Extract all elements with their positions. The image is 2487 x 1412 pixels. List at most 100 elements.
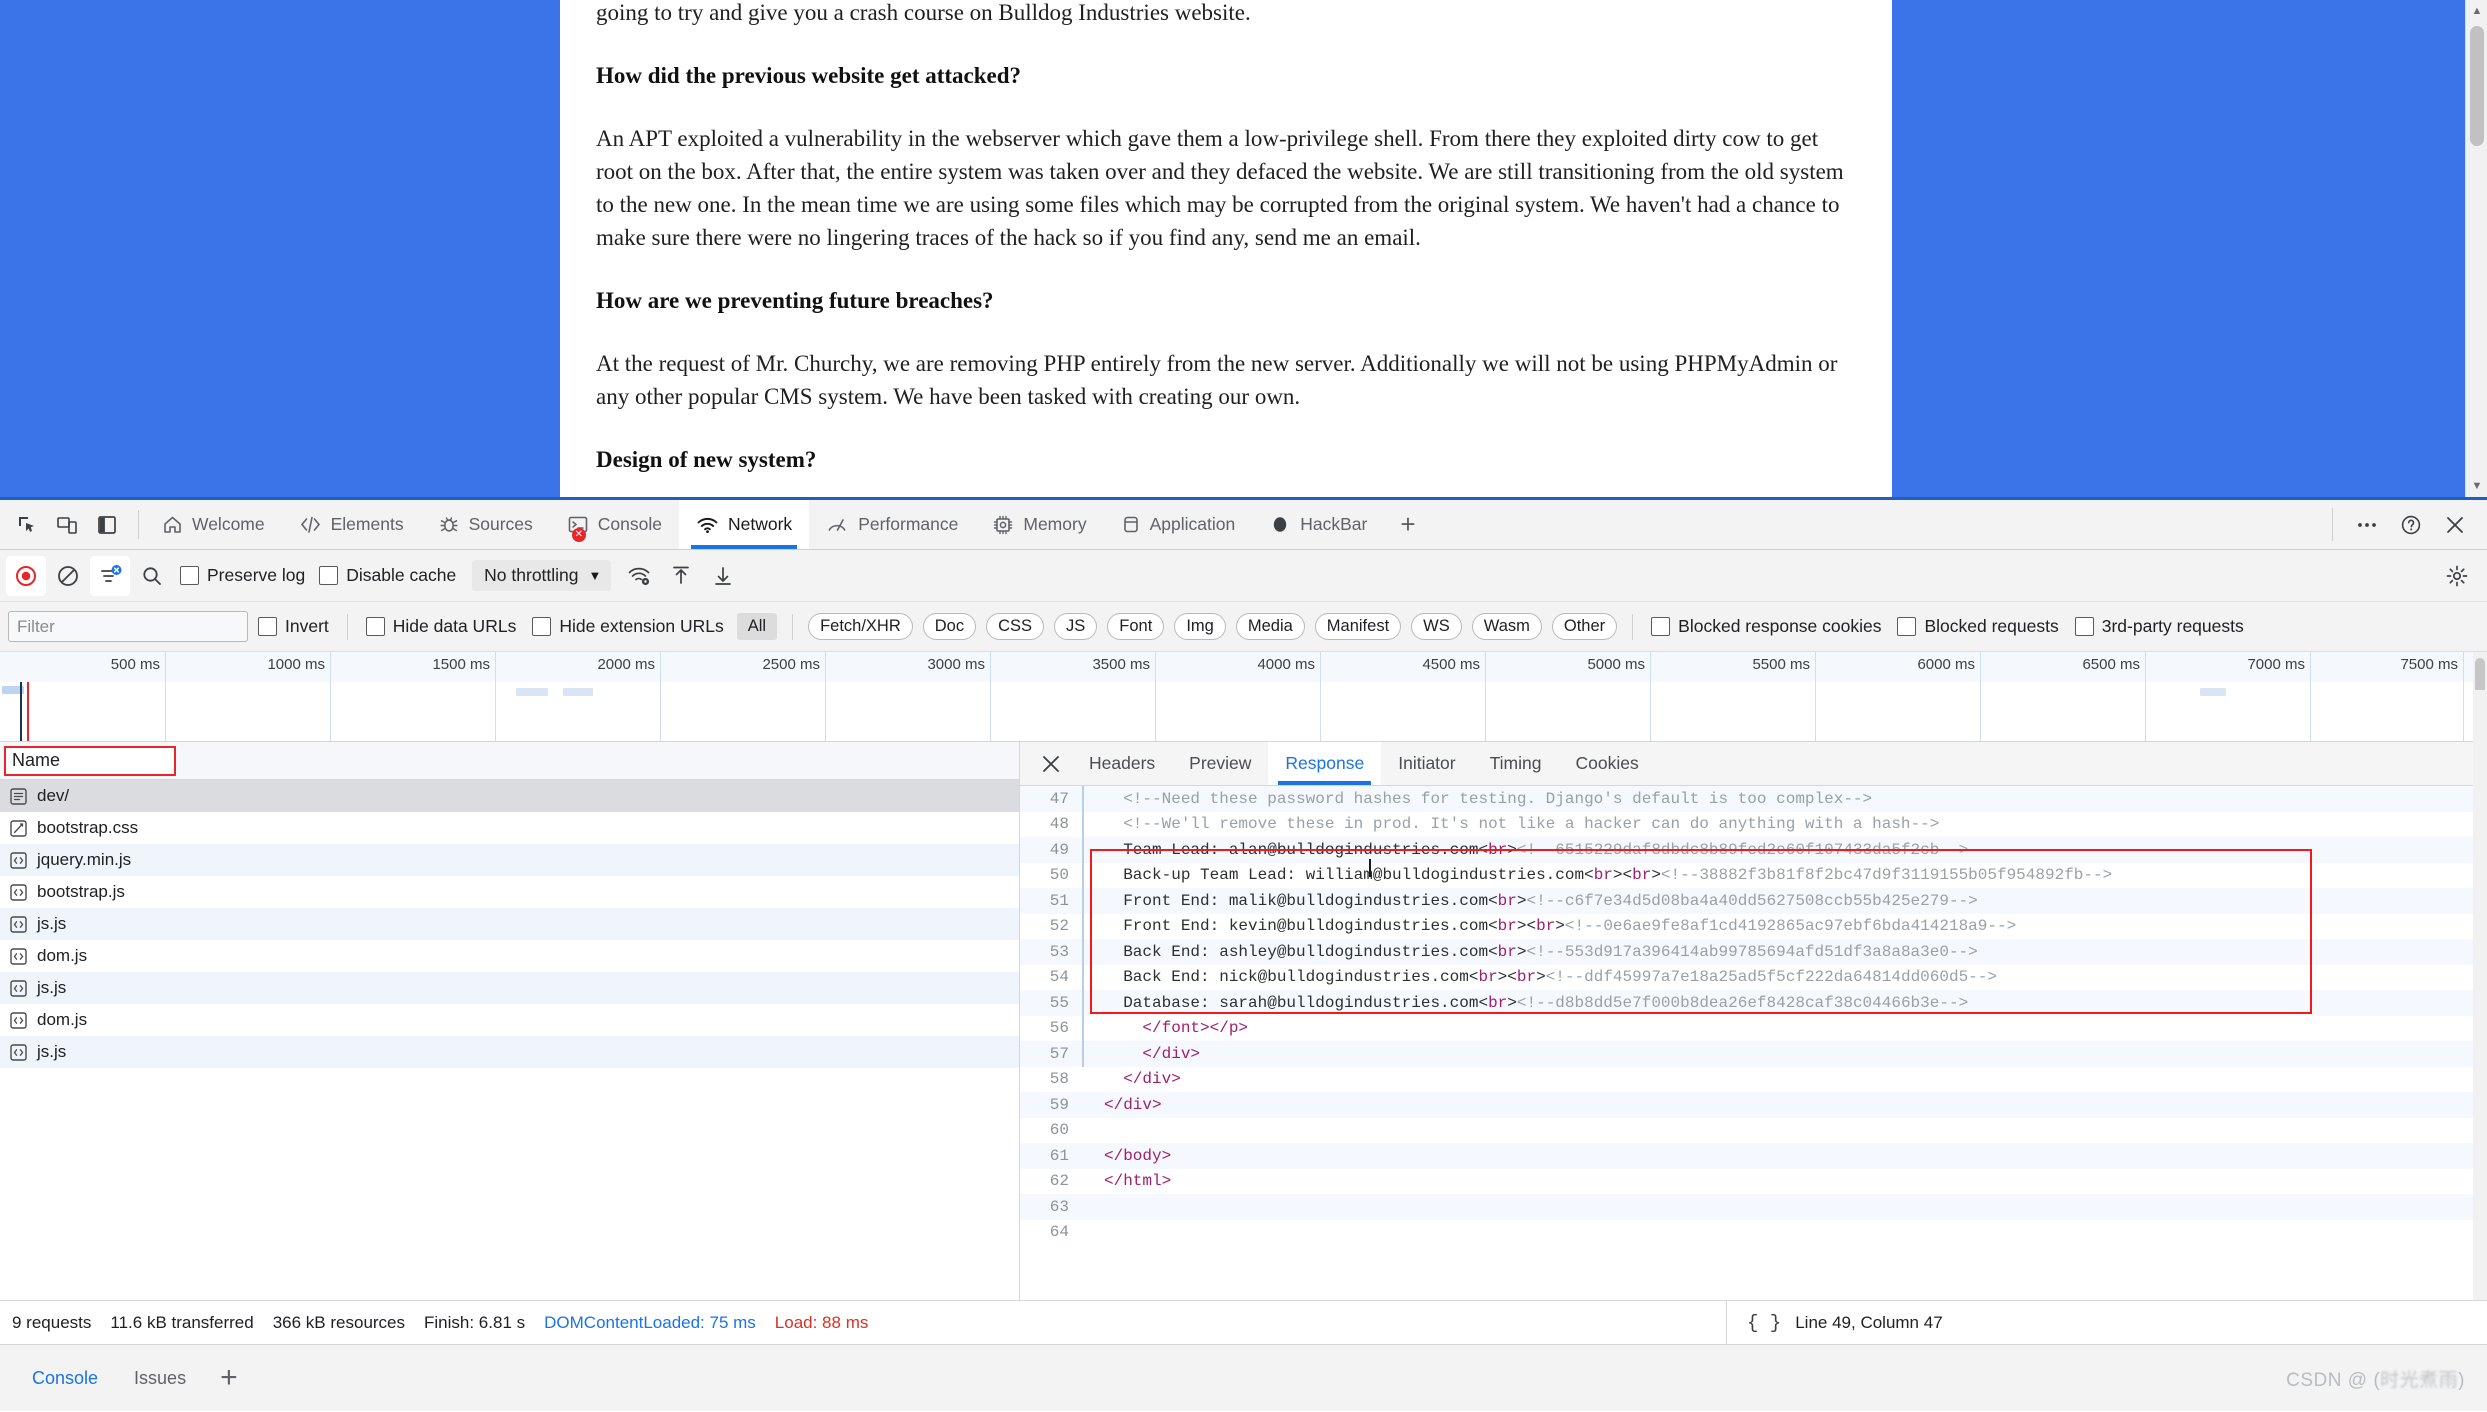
gear-icon[interactable] bbox=[2439, 558, 2475, 594]
tab-sources[interactable]: Sources bbox=[421, 500, 550, 549]
pretty-print-icon[interactable]: { } bbox=[1747, 1312, 1781, 1334]
page-vertical-scrollbar[interactable]: ▲ ▼ bbox=[2465, 0, 2487, 497]
code-line[interactable]: 64 bbox=[1020, 1220, 2487, 1246]
more-options-icon[interactable] bbox=[2347, 508, 2387, 542]
tab-initiator[interactable]: Initiator bbox=[1381, 742, 1472, 785]
tab-memory[interactable]: Memory bbox=[975, 500, 1103, 549]
code-line[interactable]: 59 </div> bbox=[1020, 1092, 2487, 1118]
code-line[interactable]: 56 </font></p> bbox=[1020, 1015, 2487, 1041]
code-line[interactable]: 49 Team Lead: alan@bulldogindustries.com… bbox=[1020, 837, 2487, 863]
checkbox-box[interactable] bbox=[258, 617, 277, 636]
tab-network[interactable]: Network bbox=[679, 500, 810, 549]
export-har-icon[interactable] bbox=[703, 556, 743, 596]
add-panel-button[interactable]: + bbox=[1384, 500, 1431, 549]
code-line[interactable]: 48 <!--We'll remove these in prod. It's … bbox=[1020, 811, 2487, 837]
filter-type-manifest[interactable]: Manifest bbox=[1314, 613, 1402, 640]
column-header-name[interactable]: Name bbox=[4, 745, 176, 776]
tab-application[interactable]: Application bbox=[1104, 500, 1253, 549]
code-line[interactable]: 50 Back-up Team Lead: william@bulldogind… bbox=[1020, 862, 2487, 888]
close-icon[interactable] bbox=[1030, 742, 1072, 785]
table-row[interactable]: bootstrap.css bbox=[0, 812, 1019, 844]
clear-button[interactable] bbox=[48, 556, 88, 596]
filter-type-js[interactable]: JS bbox=[1054, 613, 1098, 640]
code-line[interactable]: 61 </body> bbox=[1020, 1143, 2487, 1169]
blocked-response-cookies-checkbox[interactable]: Blocked response cookies bbox=[1651, 616, 1881, 637]
drawer-tab-issues[interactable]: Issues bbox=[116, 1345, 204, 1412]
drawer-tab-console[interactable]: Console bbox=[14, 1345, 116, 1412]
devtools-right-scrollbar[interactable] bbox=[2473, 690, 2487, 1300]
filter-type-doc[interactable]: Doc bbox=[922, 613, 977, 640]
preserve-log-checkbox[interactable]: Preserve log bbox=[180, 565, 305, 586]
checkbox-box[interactable] bbox=[365, 617, 385, 636]
code-line[interactable]: 60 bbox=[1020, 1118, 2487, 1144]
table-row[interactable]: dev/ bbox=[0, 780, 1019, 812]
tab-welcome[interactable]: Welcome bbox=[145, 500, 282, 549]
filter-type-img[interactable]: Img bbox=[1174, 613, 1226, 640]
code-line[interactable]: 58 </div> bbox=[1020, 1067, 2487, 1093]
filter-type-all[interactable]: All bbox=[736, 613, 778, 640]
code-line[interactable]: 54 Back End: nick@bulldogindustries.com<… bbox=[1020, 964, 2487, 990]
table-row[interactable]: jquery.min.js bbox=[0, 844, 1019, 876]
device-toolbar-icon[interactable] bbox=[50, 508, 84, 542]
checkbox-box[interactable] bbox=[1897, 617, 1917, 636]
blocked-requests-checkbox[interactable]: Blocked requests bbox=[1897, 616, 2059, 637]
code-line[interactable]: 55 Database: sarah@bulldogindustries.com… bbox=[1020, 990, 2487, 1016]
response-code-view[interactable]: 47 <!--Need these password hashes for te… bbox=[1020, 786, 2487, 1344]
tab-timing[interactable]: Timing bbox=[1473, 742, 1559, 785]
third-party-requests-checkbox[interactable]: 3rd-party requests bbox=[2074, 616, 2244, 637]
record-button[interactable] bbox=[6, 555, 46, 596]
dock-side-icon[interactable] bbox=[90, 508, 124, 542]
code-line[interactable]: 51 Front End: malik@bulldogindustries.co… bbox=[1020, 888, 2487, 914]
filter-type-css[interactable]: CSS bbox=[986, 613, 1045, 640]
hide-extension-urls-checkbox[interactable]: Hide extension URLs bbox=[532, 616, 724, 637]
network-conditions-icon[interactable] bbox=[619, 556, 659, 596]
invert-checkbox[interactable]: Invert bbox=[258, 616, 329, 637]
code-line[interactable]: 47 <!--Need these password hashes for te… bbox=[1020, 786, 2487, 812]
tab-response[interactable]: Response bbox=[1268, 742, 1382, 785]
code-line[interactable]: 52 Front End: kevin@bulldogindustries.co… bbox=[1020, 913, 2487, 939]
table-row[interactable]: js.js bbox=[0, 908, 1019, 940]
checkbox-box[interactable] bbox=[532, 617, 552, 636]
throttling-select[interactable]: No throttling ▼ bbox=[472, 560, 612, 591]
checkbox-box[interactable] bbox=[319, 566, 339, 585]
filter-toggle-button[interactable] bbox=[90, 555, 130, 596]
help-icon[interactable] bbox=[2391, 508, 2431, 542]
scroll-down-arrow-icon[interactable]: ▼ bbox=[2466, 475, 2487, 497]
filter-type-wasm[interactable]: Wasm bbox=[1471, 613, 1542, 640]
filter-type-other[interactable]: Other bbox=[1551, 613, 1618, 640]
close-devtools-icon[interactable] bbox=[2435, 508, 2475, 542]
filter-type-media[interactable]: Media bbox=[1235, 613, 1305, 640]
table-row[interactable]: js.js bbox=[0, 1036, 1019, 1068]
checkbox-box[interactable] bbox=[1651, 617, 1671, 636]
network-timeline-overview[interactable]: 500 ms 1000 ms 1500 ms 2000 ms 2500 ms 3… bbox=[0, 652, 2487, 742]
checkbox-box[interactable] bbox=[2074, 617, 2094, 636]
inspect-element-icon[interactable] bbox=[10, 508, 44, 542]
code-line[interactable]: 62 </html> bbox=[1020, 1169, 2487, 1195]
code-line[interactable]: 53 Back End: ashley@bulldogindustries.co… bbox=[1020, 939, 2487, 965]
tab-performance[interactable]: Performance bbox=[809, 500, 975, 549]
tab-console[interactable]: ✕ Console bbox=[550, 500, 679, 549]
tab-preview[interactable]: Preview bbox=[1172, 742, 1268, 785]
drawer-add-tab-button[interactable]: + bbox=[204, 1363, 254, 1393]
tab-headers[interactable]: Headers bbox=[1072, 742, 1172, 785]
disable-cache-checkbox[interactable]: Disable cache bbox=[319, 565, 456, 586]
filter-input[interactable] bbox=[8, 611, 248, 642]
scrollbar-thumb[interactable] bbox=[2470, 26, 2484, 146]
table-row[interactable]: js.js bbox=[0, 972, 1019, 1004]
search-button[interactable] bbox=[132, 556, 172, 596]
table-row[interactable]: bootstrap.js bbox=[0, 876, 1019, 908]
code-line[interactable]: 57 </div> bbox=[1020, 1041, 2487, 1067]
tab-cookies[interactable]: Cookies bbox=[1558, 742, 1655, 785]
filter-type-fetch-xhr[interactable]: Fetch/XHR bbox=[808, 613, 913, 640]
code-line[interactable]: 63 bbox=[1020, 1194, 2487, 1220]
table-row[interactable]: dom.js bbox=[0, 940, 1019, 972]
table-row[interactable]: dom.js bbox=[0, 1004, 1019, 1036]
import-har-icon[interactable] bbox=[661, 556, 701, 596]
filter-type-ws[interactable]: WS bbox=[1411, 613, 1462, 640]
tab-elements[interactable]: Elements bbox=[282, 500, 421, 549]
tab-hackbar[interactable]: HackBar bbox=[1252, 500, 1384, 549]
checkbox-box[interactable] bbox=[180, 566, 199, 585]
scroll-up-arrow-icon[interactable]: ▲ bbox=[2466, 0, 2487, 22]
hide-data-urls-checkbox[interactable]: Hide data URLs bbox=[365, 616, 516, 637]
filter-type-font[interactable]: Font bbox=[1107, 613, 1165, 640]
